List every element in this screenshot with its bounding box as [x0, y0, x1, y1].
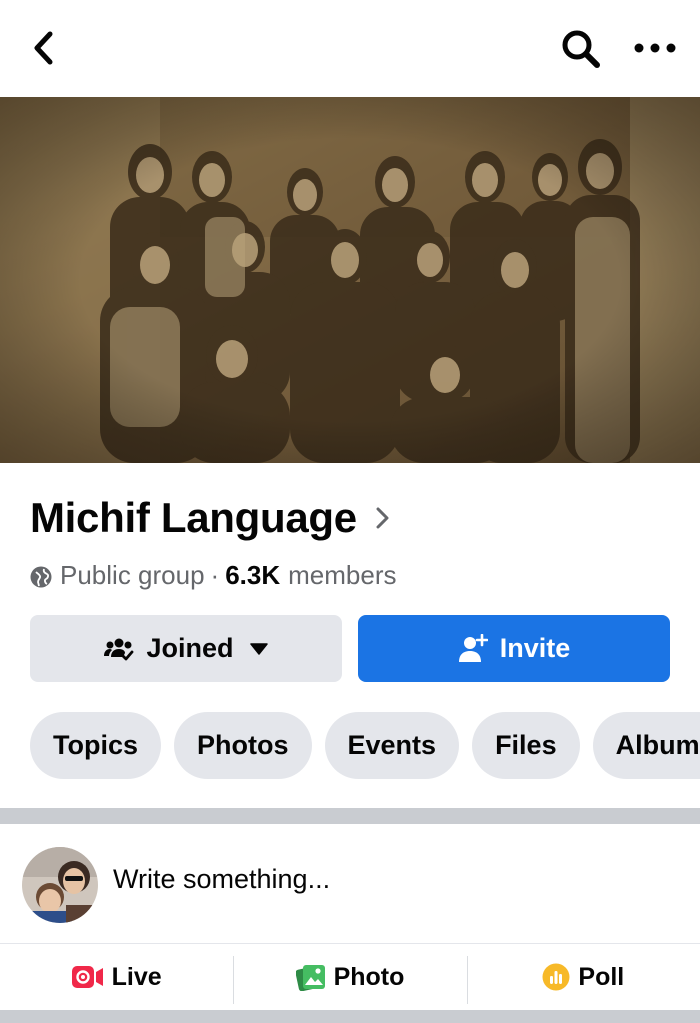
section-divider	[0, 808, 700, 824]
photo-icon	[295, 963, 326, 991]
group-tabs: TopicsPhotosEventsFilesAlbums	[30, 712, 700, 779]
group-title-link[interactable]: Michif Language	[30, 490, 391, 546]
poll-icon	[542, 963, 570, 991]
poll-label: Poll	[578, 962, 625, 991]
privacy-label: Public group	[60, 559, 205, 590]
chevron-left-icon[interactable]	[28, 28, 62, 68]
joined-button[interactable]: Joined	[30, 615, 342, 682]
post-composer: Write something...	[0, 824, 700, 944]
search-icon[interactable]	[560, 28, 604, 70]
member-count: 6.3K	[225, 559, 281, 590]
photo-label: Photo	[333, 962, 405, 991]
live-label: Live	[111, 962, 162, 991]
page-title: Michif Language	[30, 494, 357, 541]
avatar[interactable]	[22, 847, 98, 923]
joined-label: Joined	[146, 633, 234, 663]
live-video-icon	[71, 965, 104, 989]
bottom-divider	[0, 1010, 700, 1023]
more-horizontal-icon[interactable]	[632, 30, 678, 66]
group-meta: Public group · 6.3K members	[30, 556, 397, 594]
tab-files[interactable]: Files	[472, 712, 580, 779]
tab-events[interactable]: Events	[324, 712, 460, 779]
separator: ·	[210, 559, 220, 590]
members-label: members	[288, 559, 397, 590]
caret-down-icon	[249, 642, 268, 655]
write-something-input[interactable]: Write something...	[113, 864, 330, 895]
invite-label: Invite	[499, 633, 571, 663]
photo-button[interactable]: Photo	[233, 944, 466, 1010]
tab-topics[interactable]: Topics	[30, 712, 162, 779]
add-person-icon	[458, 633, 488, 664]
tab-photos[interactable]: Photos	[174, 712, 312, 779]
chevron-right-icon	[375, 505, 391, 531]
globe-icon	[30, 564, 52, 588]
live-button[interactable]: Live	[0, 944, 233, 1010]
group-cover-photo[interactable]	[0, 97, 700, 463]
poll-button[interactable]: Poll	[466, 944, 700, 1010]
composer-actions: Live Photo Poll	[0, 944, 700, 1010]
group-members-icon	[104, 637, 134, 661]
invite-button[interactable]: Invite	[358, 615, 670, 682]
top-bar	[0, 0, 700, 97]
tab-albums[interactable]: Albums	[592, 712, 700, 779]
